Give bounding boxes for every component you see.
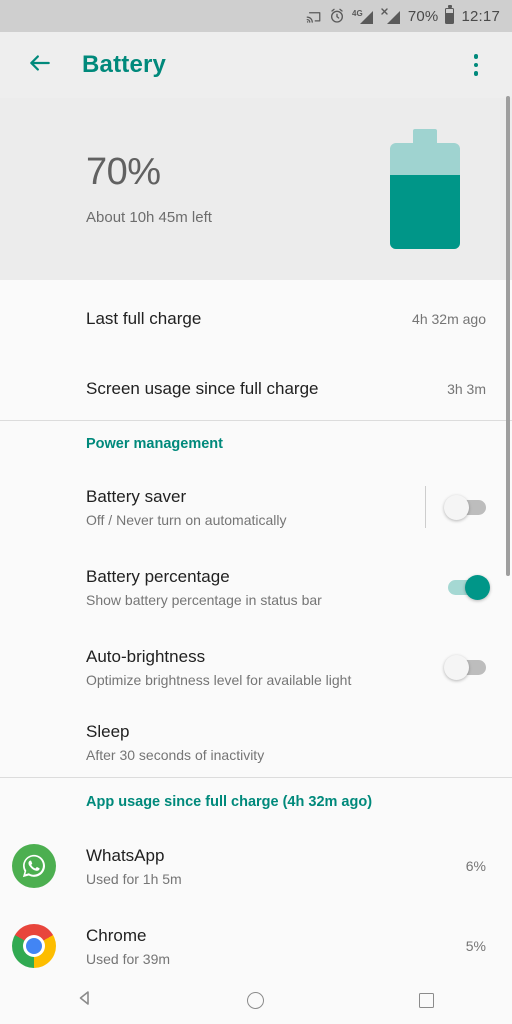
overflow-dot (473, 54, 479, 59)
power-management-header: Power management (0, 421, 512, 467)
section-header-label: App usage since full charge (4h 32m ago) (86, 794, 373, 810)
cast-icon (305, 9, 322, 24)
battery-body (390, 143, 460, 249)
nav-back-icon (77, 990, 93, 1011)
row-subtitle: After 30 seconds of inactivity (86, 746, 265, 763)
toggle-separator (425, 486, 426, 528)
nav-home-icon (247, 991, 265, 1009)
page-title: Battery (82, 51, 167, 78)
svg-text:4G: 4G (352, 9, 363, 18)
back-arrow-icon (27, 50, 53, 81)
battery-time-remaining: About 10h 45m left (86, 208, 212, 226)
auto-brightness-toggle[interactable] (444, 654, 486, 680)
battery-saver-toggle[interactable] (444, 494, 486, 520)
status-battery-percent: 70% (407, 7, 439, 25)
battery-graphic-icon (390, 129, 460, 249)
app-battery-percent: 6% (465, 858, 486, 874)
charge-info-section: Last full charge 4h 32m ago Screen usage… (0, 280, 512, 420)
overflow-dot (473, 62, 479, 68)
app-usage-time: Used for 1h 5m (86, 870, 182, 887)
app-name: WhatsApp (86, 845, 165, 865)
row-battery-percentage[interactable]: Battery percentage Show battery percenta… (0, 547, 512, 627)
app-usage-time: Used for 39m (86, 950, 171, 967)
battery-fill-level (390, 174, 460, 249)
row-title: Battery percentage (86, 566, 230, 586)
nav-back-button[interactable] (55, 976, 115, 1024)
row-title: Battery saver (86, 486, 187, 506)
toggle-thumb (465, 574, 490, 600)
chrome-icon (12, 924, 56, 968)
system-navigation-bar (0, 976, 512, 1024)
app-usage-section: App usage since full charge (4h 32m ago)… (0, 778, 512, 986)
app-usage-row-whatsapp[interactable]: WhatsApp Used for 1h 5m 6% (0, 826, 512, 906)
row-last-full-charge[interactable]: Last full charge 4h 32m ago (0, 280, 512, 358)
row-value: 3h 3m (447, 381, 486, 397)
row-subtitle: Show battery percentage in status bar (86, 591, 322, 608)
row-subtitle: Optimize brightness level for available … (86, 671, 352, 688)
back-button[interactable] (16, 41, 64, 89)
status-clock: 12:17 (461, 7, 500, 25)
row-title: Screen usage since full charge (86, 379, 319, 398)
toggle-thumb (444, 654, 469, 680)
row-value: 4h 32m ago (412, 311, 486, 327)
row-title: Last full charge (86, 309, 202, 328)
nav-recents-button[interactable] (397, 976, 457, 1024)
alarm-icon (329, 8, 345, 24)
nav-home-button[interactable] (226, 976, 286, 1024)
section-header-label: Power management (86, 436, 223, 452)
app-usage-header: App usage since full charge (4h 32m ago) (0, 778, 512, 826)
app-usage-row-chrome[interactable]: Chrome Used for 39m 5% (0, 906, 512, 986)
overflow-dot (473, 71, 479, 76)
row-title: Sleep (86, 721, 130, 741)
row-battery-saver[interactable]: Battery saver Off / Never turn on automa… (0, 467, 512, 547)
whatsapp-icon (12, 844, 56, 888)
row-screen-usage[interactable]: Screen usage since full charge 3h 3m (0, 358, 512, 420)
battery-settings-screen: 4G 70% 12:17 Battery 70% About 10h 45m l… (0, 0, 512, 1024)
row-subtitle: Off / Never turn on automatically (86, 511, 287, 528)
power-management-section: Power management Battery saver Off / Nev… (0, 421, 512, 777)
battery-percentage-toggle[interactable] (448, 574, 490, 600)
signal-no-service-icon (381, 7, 401, 25)
toggle-thumb (444, 494, 469, 520)
row-auto-brightness[interactable]: Auto-brightness Optimize brightness leve… (0, 627, 512, 707)
battery-summary: 70% About 10h 45m left (0, 98, 512, 280)
battery-percent-large: 70% (86, 150, 161, 193)
app-name: Chrome (86, 925, 147, 945)
vertical-scrollbar[interactable] (506, 96, 510, 576)
signal-4g-icon: 4G (352, 8, 374, 25)
row-sleep[interactable]: Sleep After 30 seconds of inactivity (0, 707, 512, 777)
app-battery-percent: 5% (465, 938, 486, 954)
status-bar: 4G 70% 12:17 (0, 0, 512, 32)
nav-recents-icon (419, 992, 435, 1008)
row-title: Auto-brightness (86, 646, 206, 666)
app-toolbar: Battery (0, 32, 512, 98)
overflow-menu-button[interactable] (456, 41, 496, 89)
status-battery-icon (445, 5, 455, 24)
